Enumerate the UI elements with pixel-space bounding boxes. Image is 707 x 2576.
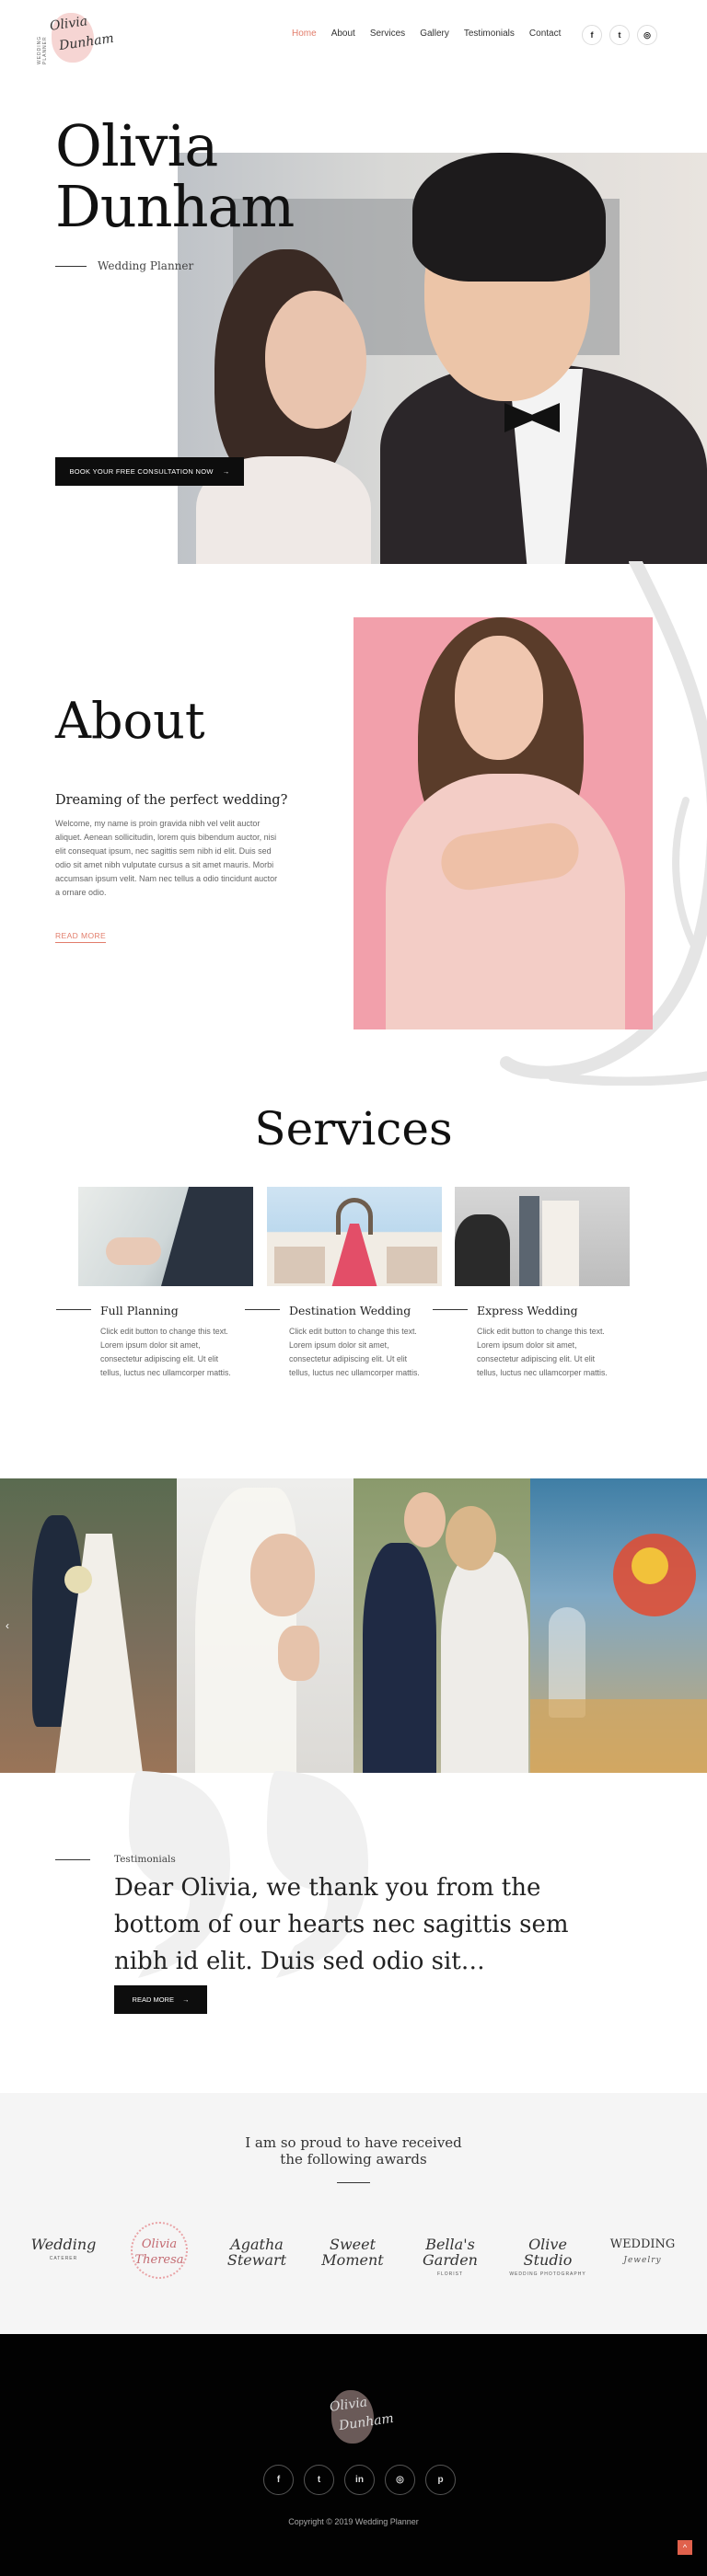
awards-section: I am so proud to have received the follo… (0, 2093, 707, 2334)
site-logo[interactable]: WEDDING PLANNER Olivia Dunham (35, 7, 115, 64)
nav-item-about[interactable]: About (331, 29, 355, 39)
award-tagline: FLORIST (436, 2271, 464, 2277)
linkedin-icon[interactable]: in (344, 2465, 375, 2495)
award-name: WEDDING (609, 2237, 676, 2251)
logo-side-text: WEDDING PLANNER (37, 35, 48, 64)
award-name: Olive Studio (523, 2236, 573, 2269)
nav-item-contact[interactable]: Contact (529, 29, 561, 39)
service-divider (245, 1309, 280, 1310)
instagram-icon[interactable]: ◎ (385, 2465, 415, 2495)
gallery-prev-arrow[interactable]: ‹ (6, 1619, 9, 1632)
testimonial-label-row: Testimonials (55, 1854, 176, 1865)
about-body: Welcome, my name is proin gravida nibh v… (55, 819, 278, 897)
footer-social-links: f t in ◎ p (263, 2465, 456, 2495)
nav-item-home[interactable]: Home (292, 29, 317, 39)
awards-divider (337, 2182, 370, 2183)
award-tagline: WEDDING PHOTOGRAPHY (509, 2271, 586, 2277)
about-subtitle: Dreaming of the perfect wedding? (55, 793, 288, 808)
pinterest-icon[interactable]: p (425, 2465, 456, 2495)
award-logo-olive-studio: Olive Studio WEDDING PHOTOGRAPHY (508, 2222, 587, 2295)
award-logo-olivia-theresa: Olivia Theresa (120, 2222, 199, 2295)
service-divider (433, 1309, 468, 1310)
award-logo-wedding-caterer: Wedding CATERER (24, 2222, 103, 2295)
awards-title-line2: the following awards (280, 2151, 427, 2168)
award-logo-wedding-jewelry: WEDDING Jewelry (603, 2222, 682, 2295)
testimonial-label: Testimonials (114, 1854, 176, 1865)
arrow-right-icon: → (222, 467, 230, 476)
nav-item-gallery[interactable]: Gallery (420, 29, 449, 39)
service-divider (56, 1309, 91, 1310)
hero-divider (55, 265, 87, 267)
awards-title: I am so proud to have received the follo… (0, 2134, 707, 2168)
testimonial-quote: Dear Olivia, we thank you from the botto… (114, 1874, 569, 1975)
testimonial-read-more-button[interactable]: READ MORE → (114, 1985, 207, 2014)
facebook-icon[interactable]: f (582, 25, 602, 45)
hero-title-line1: Olivia (55, 112, 218, 179)
gallery-photo-table-flowers[interactable] (530, 1478, 707, 1773)
nav-item-services[interactable]: Services (370, 29, 405, 39)
award-logo-agatha-stewart: Agatha Stewart (217, 2222, 296, 2295)
award-name: Agatha Stewart (226, 2236, 287, 2269)
gallery-photo-couple-embrace[interactable] (354, 1478, 530, 1773)
award-name: Wedding (30, 2236, 97, 2253)
award-tagline: CATERER (49, 2256, 78, 2261)
gallery-photo-forest-couple[interactable] (0, 1478, 177, 1773)
header-social-links: f t ◎ (582, 25, 657, 45)
about-title: About (55, 692, 205, 750)
main-nav: Home About Services Gallery Testimonials… (292, 29, 575, 39)
hero-title-line2: Dunham (55, 173, 295, 240)
photo-gallery[interactable] (0, 1478, 707, 1773)
consultation-button[interactable]: BOOK YOUR FREE CONSULTATION NOW → (55, 457, 244, 486)
service-text: Click edit button to change this text. L… (100, 1327, 231, 1377)
service-card: Express Wedding Click edit button to cha… (433, 1187, 630, 1377)
twitter-icon[interactable]: t (609, 25, 630, 45)
site-header: WEDDING PLANNER Olivia Dunham Home About… (0, 0, 707, 72)
hero-role-text: Wedding Planner (98, 259, 194, 272)
service-text: Click edit button to change this text. L… (477, 1327, 608, 1377)
award-logo-bellas-garden: Bella's Garden FLORIST (411, 2222, 490, 2295)
instagram-icon[interactable]: ◎ (637, 25, 657, 45)
scroll-to-top-button[interactable]: ^ (678, 2540, 692, 2555)
award-tagline: Jewelry (623, 2256, 662, 2265)
award-logo-sweet-moment: Sweet Moment (313, 2222, 392, 2295)
hero-subtitle: Wedding Planner (55, 259, 193, 272)
facebook-icon[interactable]: f (263, 2465, 294, 2495)
services-title: Services (254, 1102, 453, 1156)
about-portrait-photo (354, 617, 653, 1029)
hero-title: Olivia Dunham (55, 116, 295, 240)
service-title: Destination Wedding (289, 1304, 411, 1317)
service-title: Express Wedding (477, 1304, 578, 1317)
testimonial-divider (55, 1858, 90, 1860)
service-title: Full Planning (100, 1304, 179, 1317)
awards-title-line1: I am so proud to have received (245, 2134, 462, 2151)
footer-logo[interactable]: Olivia Dunham (315, 2385, 395, 2449)
nav-item-testimonials[interactable]: Testimonials (464, 29, 515, 39)
twitter-icon[interactable]: t (304, 2465, 334, 2495)
service-card: Full Planning Click edit button to chang… (56, 1187, 253, 1377)
about-read-more-link[interactable]: READ MORE (55, 931, 107, 943)
copyright-text: Copyright © 2019 Wedding Planner (288, 2517, 419, 2526)
service-card: Destination Wedding Click edit button to… (245, 1187, 442, 1377)
testimonial-button-label: READ MORE (132, 1995, 174, 2004)
service-photo-rings (78, 1187, 253, 1286)
service-text: Click edit button to change this text. L… (289, 1327, 420, 1377)
service-photo-stairs (455, 1187, 630, 1286)
consultation-button-label: BOOK YOUR FREE CONSULTATION NOW (69, 467, 214, 476)
award-name: Sweet Moment (321, 2236, 384, 2269)
arrow-right-icon: → (181, 1995, 190, 2004)
service-photo-beach (267, 1187, 442, 1286)
site-footer: Olivia Dunham f t in ◎ p Copyright © 201… (0, 2334, 707, 2576)
award-name: Bella's Garden (423, 2236, 478, 2269)
gallery-photo-bride-veil[interactable] (177, 1478, 354, 1773)
